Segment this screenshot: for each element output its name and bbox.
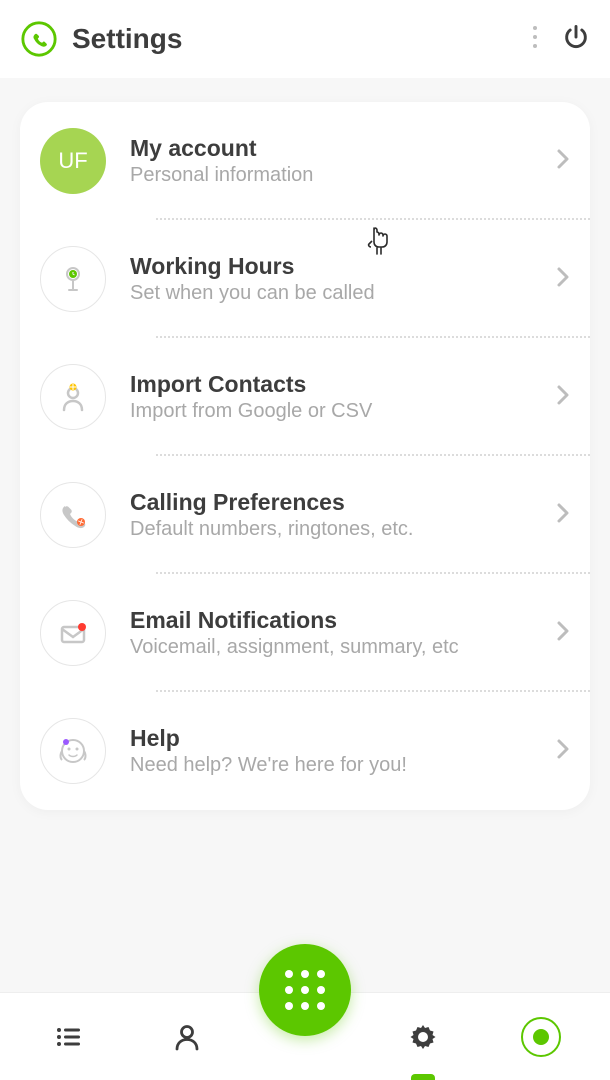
item-text: Calling Preferences Default numbers, rin… — [130, 489, 556, 541]
item-title: Email Notifications — [130, 607, 556, 634]
header-left: Settings — [20, 20, 182, 58]
chevron-right-icon — [556, 266, 570, 293]
power-icon[interactable] — [562, 23, 590, 56]
item-subtitle: Voicemail, assignment, summary, etc — [130, 636, 556, 659]
nav-contacts[interactable] — [128, 993, 246, 1080]
item-text: Email Notifications Voicemail, assignmen… — [130, 607, 556, 659]
item-help[interactable]: Help Need help? We're here for you! — [20, 692, 590, 810]
item-title: My account — [130, 135, 556, 162]
email-notifications-icon — [40, 600, 106, 666]
item-subtitle: Set when you can be called — [130, 282, 556, 305]
avatar-initials: UF — [58, 148, 87, 174]
gear-icon — [407, 1021, 439, 1053]
item-text: My account Personal information — [130, 135, 556, 187]
chevron-right-icon — [556, 502, 570, 529]
page-title: Settings — [72, 23, 182, 55]
item-subtitle: Need help? We're here for you! — [130, 754, 556, 777]
status-indicator-icon — [521, 1017, 561, 1057]
item-text: Import Contacts Import from Google or CS… — [130, 371, 556, 423]
item-email-notifications[interactable]: Email Notifications Voicemail, assignmen… — [20, 574, 590, 692]
item-subtitle: Personal information — [130, 164, 556, 187]
nav-list[interactable] — [10, 993, 128, 1080]
item-import-contacts[interactable]: Import Contacts Import from Google or CS… — [20, 338, 590, 456]
phone-logo-icon — [20, 20, 58, 58]
item-title: Calling Preferences — [130, 489, 556, 516]
item-my-account[interactable]: UF My account Personal information — [20, 102, 590, 220]
active-indicator — [411, 1074, 435, 1080]
item-subtitle: Import from Google or CSV — [130, 400, 556, 423]
item-title: Help — [130, 725, 556, 752]
dial-button[interactable] — [259, 944, 351, 1036]
nav-status[interactable] — [482, 993, 600, 1080]
dialpad-icon — [285, 970, 325, 1010]
item-text: Working Hours Set when you can be called — [130, 253, 556, 305]
item-working-hours[interactable]: Working Hours Set when you can be called — [20, 220, 590, 338]
working-hours-icon — [40, 246, 106, 312]
chevron-right-icon — [556, 384, 570, 411]
chevron-right-icon — [556, 738, 570, 765]
more-icon[interactable] — [532, 24, 538, 55]
person-icon — [171, 1021, 203, 1053]
avatar: UF — [40, 128, 106, 194]
settings-card: UF My account Personal information Worki… — [20, 102, 590, 810]
import-contacts-icon — [40, 364, 106, 430]
item-title: Import Contacts — [130, 371, 556, 398]
calling-preferences-icon — [40, 482, 106, 548]
help-icon — [40, 718, 106, 784]
chevron-right-icon — [556, 620, 570, 647]
item-subtitle: Default numbers, ringtones, etc. — [130, 518, 556, 541]
item-calling-preferences[interactable]: Calling Preferences Default numbers, rin… — [20, 456, 590, 574]
item-text: Help Need help? We're here for you! — [130, 725, 556, 777]
list-icon — [53, 1021, 85, 1053]
header-right — [532, 23, 590, 56]
nav-settings[interactable] — [364, 993, 482, 1080]
chevron-right-icon — [556, 148, 570, 175]
item-title: Working Hours — [130, 253, 556, 280]
header: Settings — [0, 0, 610, 78]
